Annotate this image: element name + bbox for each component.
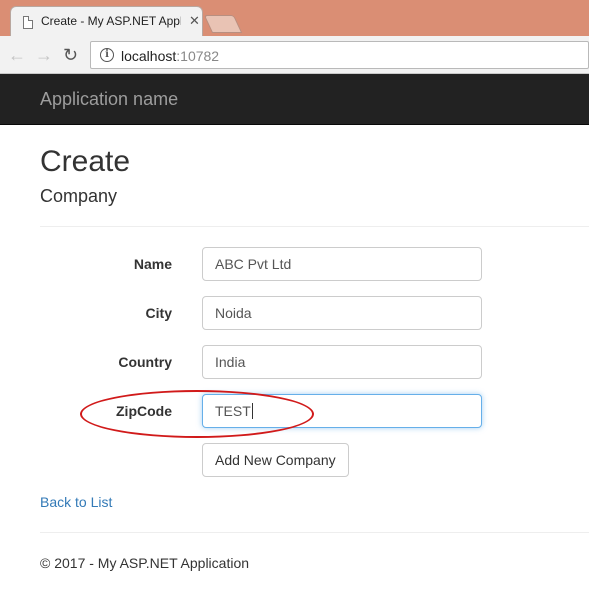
footer-text: © 2017 - My ASP.NET Application <box>40 555 250 571</box>
footer-divider <box>40 532 589 533</box>
red-annotation-ellipse <box>80 390 314 438</box>
name-label: Name <box>133 256 172 272</box>
page-icon <box>23 16 33 29</box>
country-label: Country <box>118 354 172 370</box>
url-text: localhost:10782 <box>121 48 219 64</box>
country-input[interactable]: India <box>202 345 482 379</box>
url-host: localhost <box>121 48 177 64</box>
browser-tab[interactable]: Create - My ASP.NET Application ✕ <box>10 6 203 36</box>
city-label: City <box>145 305 172 321</box>
url-port: :10782 <box>176 48 220 64</box>
add-new-company-button[interactable]: Add New Company <box>202 443 349 477</box>
name-input[interactable]: ABC Pvt Ltd <box>202 247 482 281</box>
address-bar[interactable]: i localhost:10782 <box>90 41 589 69</box>
app-navbar: Application name <box>0 74 589 125</box>
form-row-name: Name ABC Pvt Ltd <box>0 247 589 281</box>
new-tab-button[interactable] <box>203 15 243 33</box>
tab-title: Create - My ASP.NET Application <box>41 14 181 28</box>
city-input[interactable]: Noida <box>202 296 482 330</box>
back-to-list-link[interactable]: Back to List <box>40 494 112 510</box>
form-row-country: Country India <box>0 345 589 379</box>
form-row-city: City Noida <box>0 296 589 330</box>
info-icon[interactable]: i <box>100 48 114 62</box>
browser-tabstrip: Create - My ASP.NET Application ✕ <box>0 0 589 36</box>
close-icon[interactable]: ✕ <box>189 13 200 29</box>
page-title: Create <box>40 145 131 178</box>
divider <box>40 226 589 227</box>
back-arrow-icon[interactable]: ← <box>8 45 26 65</box>
forward-arrow-icon[interactable]: → <box>35 45 53 65</box>
page-subtitle: Company <box>40 186 118 206</box>
browser-toolbar: ← → ↻ i localhost:10782 <box>0 36 589 74</box>
brand-link[interactable]: Application name <box>40 89 178 110</box>
reload-icon[interactable]: ↻ <box>63 45 78 65</box>
